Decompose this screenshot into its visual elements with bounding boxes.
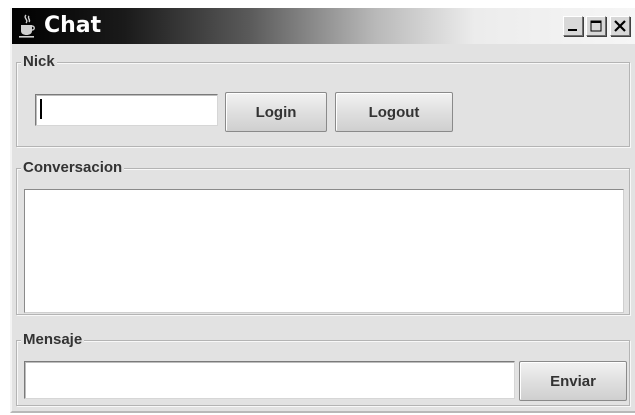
message-legend: Mensaje bbox=[21, 331, 85, 349]
nick-panel: Nick Login Logout bbox=[16, 53, 630, 147]
java-cup-icon bbox=[18, 14, 36, 38]
conversation-legend: Conversacion bbox=[21, 159, 125, 177]
conversation-panel: Conversacion bbox=[16, 159, 630, 315]
close-button[interactable] bbox=[610, 16, 630, 36]
send-button[interactable]: Enviar bbox=[519, 361, 627, 401]
message-input[interactable] bbox=[24, 361, 515, 399]
chat-window: Chat Nick Login Logout Conversacion Mens… bbox=[10, 8, 635, 413]
window-title: Chat bbox=[44, 13, 102, 38]
conversation-area[interactable] bbox=[24, 189, 624, 313]
title-bar[interactable]: Chat bbox=[12, 8, 635, 44]
text-caret bbox=[40, 99, 42, 119]
minimize-icon bbox=[568, 29, 577, 31]
nick-input[interactable] bbox=[35, 94, 218, 126]
minimize-button[interactable] bbox=[563, 16, 583, 36]
maximize-icon bbox=[590, 20, 602, 32]
logout-button[interactable]: Logout bbox=[335, 92, 453, 132]
maximize-button[interactable] bbox=[586, 16, 606, 36]
nick-legend: Nick bbox=[21, 53, 57, 71]
login-button[interactable]: Login bbox=[225, 92, 327, 132]
message-panel: Mensaje Enviar bbox=[16, 331, 630, 406]
close-icon bbox=[614, 20, 626, 32]
